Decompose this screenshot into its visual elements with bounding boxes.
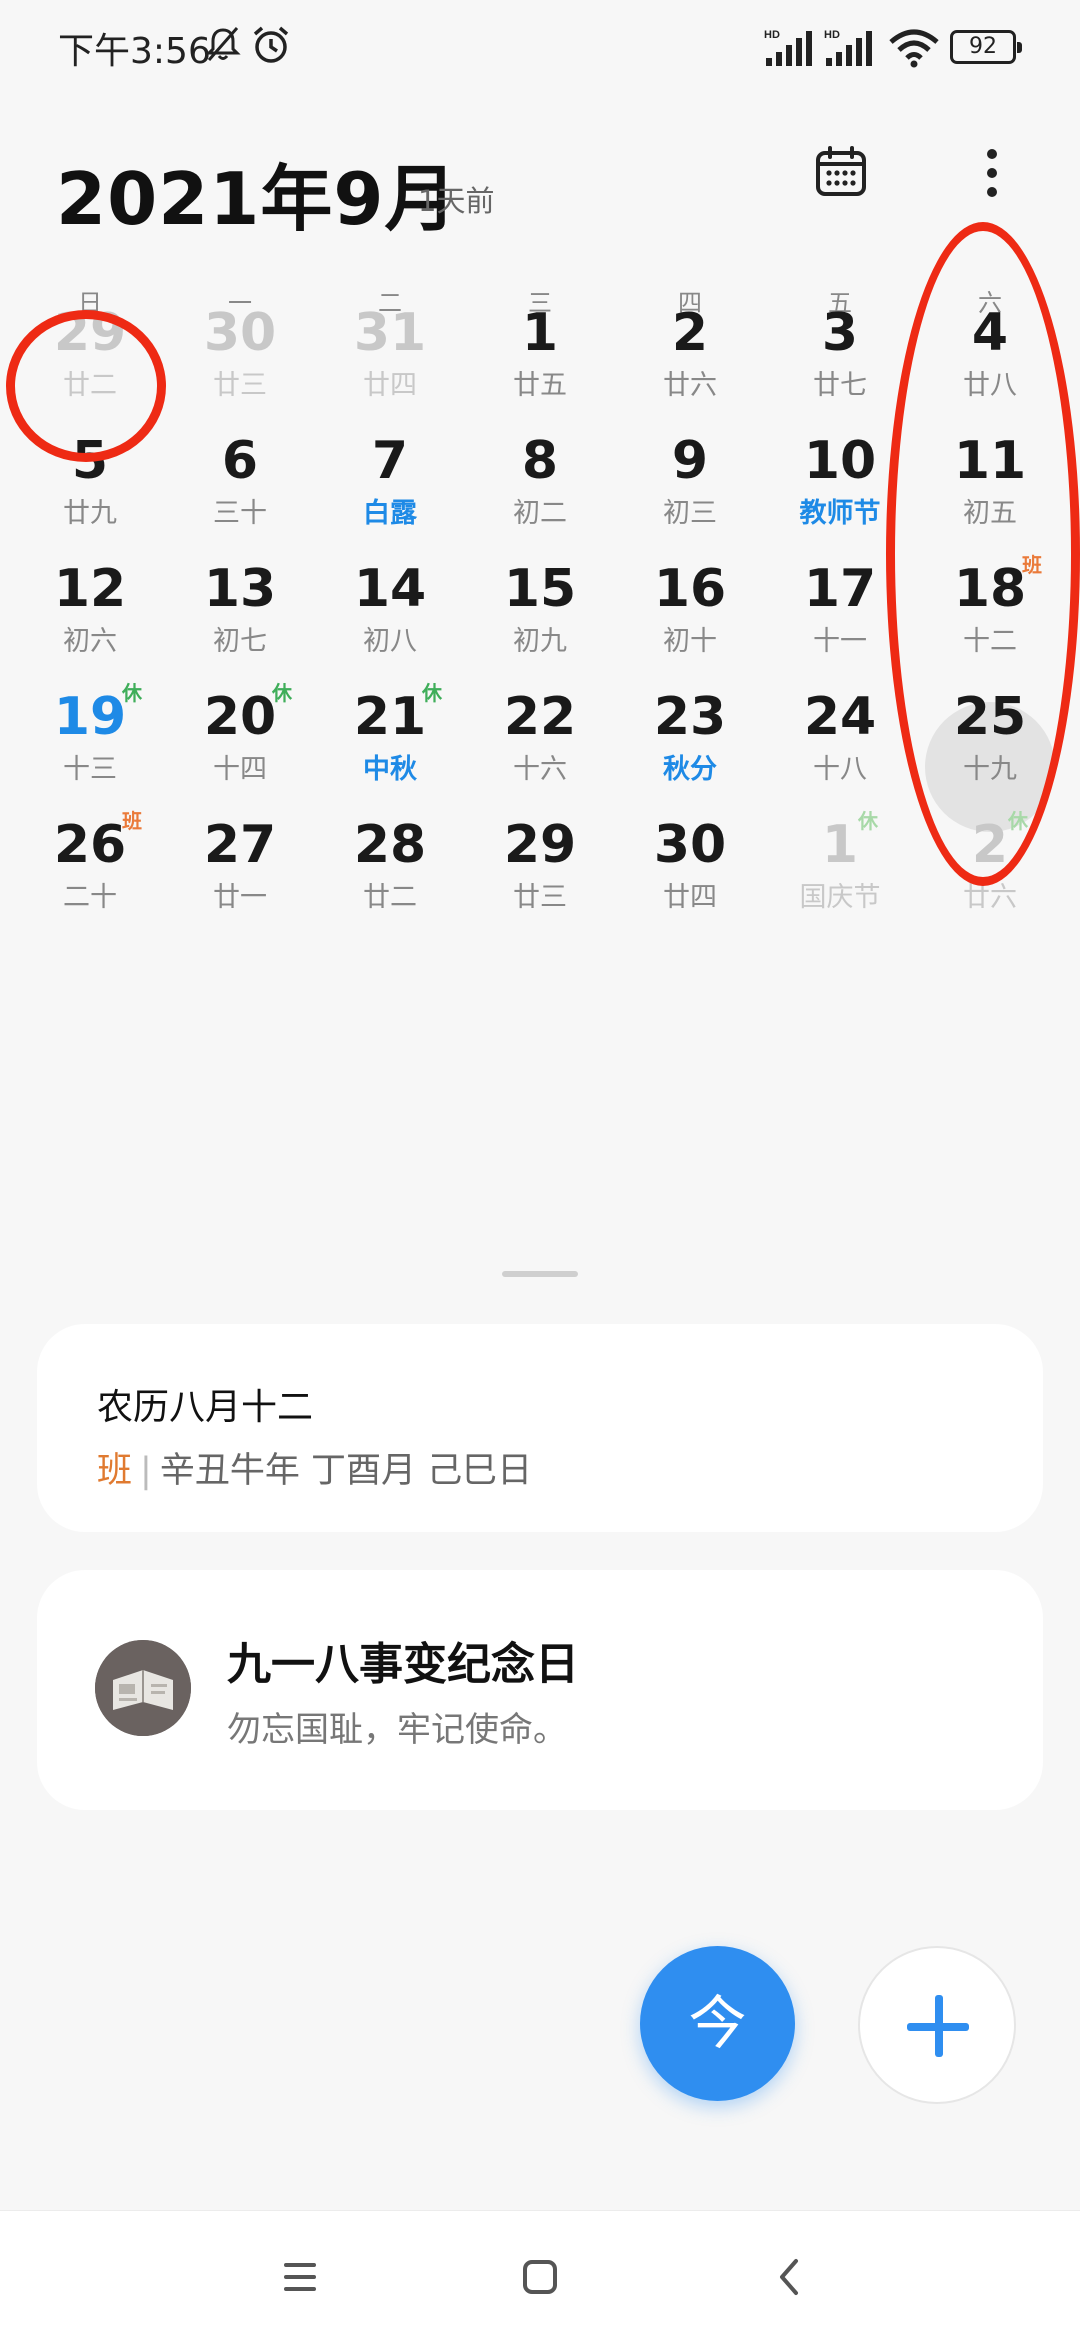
annotation-circle — [6, 310, 166, 462]
add-event-button[interactable] — [858, 1946, 1016, 2104]
day-number: 20 — [203, 687, 277, 747]
battery-level: 92 — [969, 34, 997, 59]
work-day-badge: 班 — [122, 809, 142, 833]
event-subtitle: 勿忘国耻，牢记使命。 — [227, 1710, 567, 1750]
day-lunar-label: 廿三 — [513, 882, 567, 913]
signal-hd-icon: HD — [824, 29, 872, 66]
day-number: 15 — [503, 559, 577, 619]
lunar-date: 农历八月十二 — [97, 1387, 314, 1428]
day-number: 6 — [221, 431, 259, 491]
more-vertical-icon[interactable] — [985, 148, 999, 198]
back-icon[interactable] — [760, 2247, 820, 2307]
day-lunar-label: 廿六 — [963, 882, 1017, 913]
alarm-icon — [253, 26, 289, 63]
calendar-icon[interactable] — [815, 145, 867, 197]
battery-icon: 92 — [950, 30, 1022, 64]
day-number: 24 — [803, 687, 877, 747]
annotation-oval — [886, 222, 1080, 886]
day-number: 23 — [653, 687, 727, 747]
event-avatar — [95, 1640, 191, 1736]
holiday-badge: 休 — [858, 809, 878, 833]
status-time: 下午3:56 — [58, 31, 211, 72]
day-number: 21 — [353, 687, 427, 747]
menu-icon[interactable] — [270, 2247, 330, 2307]
work-day-tag: 班 — [97, 1451, 133, 1491]
day-number: 28 — [353, 815, 427, 875]
day-number: 9 — [671, 431, 709, 491]
lunar-info-card[interactable]: 农历八月十二 班 | 辛丑牛年 丁酉月 己巳日 — [37, 1324, 1043, 1532]
status-bar: 下午3:56 HD HD 92 — [0, 0, 1080, 95]
day-number: 14 — [353, 559, 427, 619]
day-cell[interactable]: 29 廿三 — [465, 775, 615, 945]
day-number: 30 — [653, 815, 727, 875]
today-button[interactable]: 今 — [640, 1946, 795, 2101]
day-number: 7 — [371, 431, 409, 491]
day-cell[interactable]: 1 国庆节 休 — [765, 775, 915, 945]
day-number: 1 — [521, 303, 559, 363]
day-cell[interactable]: 27 廿一 — [165, 775, 315, 945]
day-lunar-label: 廿一 — [213, 882, 267, 913]
lunar-detail: 班 | 辛丑牛年 丁酉月 己巳日 — [97, 1442, 532, 1493]
day-lunar-label: 国庆节 — [799, 882, 881, 913]
day-cell[interactable]: 28 廿二 — [315, 775, 465, 945]
holiday-badge: 休 — [272, 681, 292, 705]
separator: | — [140, 1451, 152, 1491]
day-number: 19 — [53, 687, 127, 747]
day-number: 29 — [503, 815, 577, 875]
ganzhi-text: 辛丑牛年 丁酉月 己巳日 — [159, 1451, 533, 1491]
event-title: 九一八事变纪念日 — [227, 1639, 579, 1690]
day-number: 3 — [821, 303, 859, 363]
day-number: 12 — [53, 559, 127, 619]
day-number: 31 — [353, 303, 427, 363]
holiday-badge: 休 — [422, 681, 442, 705]
newspaper-icon — [95, 1640, 191, 1736]
wifi-icon — [889, 29, 939, 68]
drag-handle[interactable] — [502, 1271, 578, 1277]
day-lunar-label: 二十 — [63, 882, 117, 913]
day-number: 1 — [821, 815, 859, 875]
navigation-bar — [0, 2210, 1080, 2340]
month-title[interactable]: 2021年9月 — [56, 140, 458, 245]
day-number: 22 — [503, 687, 577, 747]
day-lunar-label: 廿四 — [663, 882, 717, 913]
holiday-badge: 休 — [122, 681, 142, 705]
day-number: 13 — [203, 559, 277, 619]
day-lunar-label: 廿二 — [363, 882, 417, 913]
day-number: 16 — [653, 559, 727, 619]
home-icon[interactable] — [510, 2247, 570, 2307]
svg-text:HD: HD — [764, 29, 780, 41]
day-number: 8 — [521, 431, 559, 491]
day-cell[interactable]: 30 廿四 — [615, 775, 765, 945]
day-number: 30 — [203, 303, 277, 363]
day-number: 2 — [671, 303, 709, 363]
signal-hd-icon: HD — [764, 29, 812, 66]
day-number: 27 — [203, 815, 277, 875]
relative-date-label: 1天前 — [418, 184, 495, 218]
day-cell[interactable]: 26 二十 班 — [15, 775, 165, 945]
event-card[interactable]: 九一八事变纪念日 勿忘国耻，牢记使命。 — [37, 1570, 1043, 1810]
mute-bell-icon — [205, 27, 241, 61]
day-number: 26 — [53, 815, 127, 875]
svg-text:HD: HD — [824, 29, 840, 41]
